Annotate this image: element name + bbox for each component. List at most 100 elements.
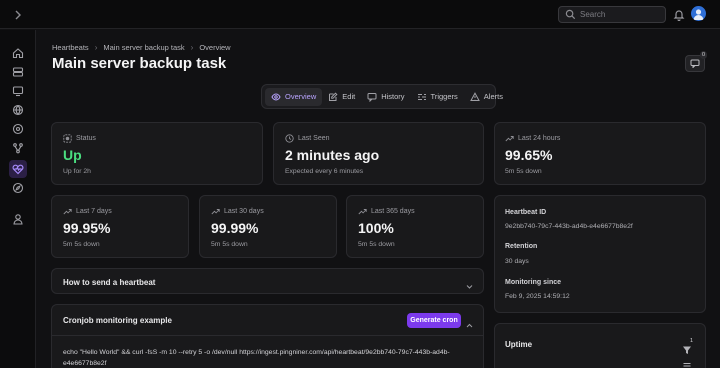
- last-7d-card: Last 7 days 99.95% 5m 5s down: [51, 195, 189, 258]
- last-seen-value: 2 minutes ago: [285, 147, 380, 163]
- last-30d-card: Last 30 days 99.99% 5m 5s down: [199, 195, 337, 258]
- tab-history[interactable]: History: [361, 88, 410, 106]
- last-7d-label: Last 7 days: [63, 207, 112, 216]
- chevron-right-icon: ›: [190, 43, 194, 52]
- breadcrumb-task[interactable]: Main server backup task: [103, 43, 184, 52]
- monitor-icon[interactable]: [9, 82, 27, 100]
- heartbeat-info-card: Heartbeat ID 9e2bb740-79c7-443b-ad4b-e4e…: [494, 195, 706, 313]
- clock-icon: [285, 134, 294, 143]
- cron-title: Cronjob monitoring example: [63, 316, 172, 325]
- tab-overview[interactable]: Overview: [265, 87, 323, 106]
- cron-code-line-1: echo "Hello World" && curl -fsS -m 10 --…: [63, 349, 450, 356]
- comments-button[interactable]: 0: [685, 51, 707, 73]
- breadcrumb-current: Overview: [199, 43, 231, 52]
- last-7d-label-text: Last 7 days: [76, 208, 112, 215]
- last-24h-sub: 5m 5s down: [505, 168, 542, 175]
- status-label: Status: [63, 134, 96, 143]
- last-seen-sub: Expected every 6 minutes: [285, 168, 364, 175]
- chevron-up-icon[interactable]: [465, 317, 474, 328]
- monitoring-since-value: Feb 9, 2025 14:59:12: [505, 293, 570, 300]
- status-sub: Up for 2h: [63, 168, 91, 175]
- last-30d-label-text: Last 30 days: [224, 208, 264, 215]
- monitoring-since-label: Monitoring since: [505, 279, 561, 286]
- user-icon[interactable]: [9, 210, 27, 228]
- eye-icon: [271, 92, 281, 102]
- last-7d-value: 99.95%: [63, 220, 111, 236]
- alert-icon: [469, 91, 480, 102]
- status-card: Status Up Up for 2h: [51, 122, 263, 185]
- bell-icon[interactable]: [673, 8, 685, 21]
- last-30d-sub: 5m 5s down: [211, 241, 248, 248]
- last-24h-value: 99.65%: [505, 147, 553, 163]
- trend-up-icon: [63, 207, 72, 216]
- database-icon[interactable]: [9, 63, 27, 81]
- generate-cron-button[interactable]: Generate cron: [407, 313, 461, 328]
- page-title: Main server backup task: [52, 55, 227, 72]
- last-30d-value: 99.99%: [211, 220, 259, 236]
- trend-up-icon: [505, 134, 514, 143]
- chevron-right-icon[interactable]: [11, 8, 25, 22]
- home-icon[interactable]: [9, 44, 27, 62]
- retention-label: Retention: [505, 243, 538, 250]
- divider: [52, 335, 483, 336]
- status-label-text: Status: [76, 135, 96, 142]
- tab-triggers[interactable]: Triggers: [411, 88, 464, 106]
- notification-count: 0: [699, 51, 707, 59]
- how-to-accordion[interactable]: How to send a heartbeat: [51, 268, 484, 294]
- explore-icon[interactable]: [9, 179, 27, 197]
- sidebar: [0, 30, 36, 368]
- how-to-title: How to send a heartbeat: [63, 278, 156, 287]
- breadcrumb: Heartbeats › Main server backup task › O…: [52, 43, 231, 52]
- edit-icon: [328, 91, 338, 102]
- last-24h-card: Last 24 hours 99.65% 5m 5s down: [494, 122, 706, 185]
- last-365d-value: 100%: [358, 220, 394, 236]
- status-icon: [63, 134, 72, 143]
- last-365d-label-text: Last 365 days: [371, 208, 415, 215]
- chevron-right-icon: ›: [94, 43, 98, 52]
- last-365d-sub: 5m 5s down: [358, 241, 395, 248]
- compass-icon[interactable]: [9, 120, 27, 138]
- last-24h-label-text: Last 24 hours: [518, 135, 561, 142]
- uptime-card: Uptime 1: [494, 323, 706, 368]
- cron-accordion: Cronjob monitoring example Generate cron…: [51, 304, 484, 368]
- heartbeat-icon[interactable]: [9, 160, 27, 178]
- tab-label: Overview: [285, 92, 317, 101]
- message-icon: [367, 92, 377, 102]
- last-seen-label-text: Last Seen: [298, 135, 330, 142]
- search-input[interactable]: [580, 10, 660, 19]
- last-365d-card: Last 365 days 100% 5m 5s down: [346, 195, 484, 258]
- tab-label: History: [381, 92, 405, 101]
- last-7d-sub: 5m 5s down: [63, 241, 100, 248]
- last-24h-label: Last 24 hours: [505, 134, 560, 143]
- tab-bar: Overview Edit History Triggers Alerts: [261, 84, 503, 109]
- filter-count: 1: [690, 338, 694, 344]
- menu-icon[interactable]: [682, 358, 692, 368]
- tab-alerts[interactable]: Alerts: [464, 88, 509, 106]
- tab-label: Triggers: [430, 92, 458, 101]
- top-bar: [0, 0, 720, 29]
- last-30d-label: Last 30 days: [211, 207, 264, 216]
- chevron-down-icon[interactable]: [465, 278, 474, 289]
- retention-value: 30 days: [505, 258, 529, 265]
- breadcrumb-heartbeats[interactable]: Heartbeats: [52, 43, 89, 52]
- last-seen-label: Last Seen: [285, 134, 330, 143]
- search-box[interactable]: [558, 6, 666, 23]
- globe-icon[interactable]: [9, 101, 27, 119]
- workflow-icon[interactable]: [9, 139, 27, 157]
- status-value: Up: [63, 147, 82, 163]
- tab-edit[interactable]: Edit: [322, 88, 361, 106]
- trend-up-icon: [358, 207, 367, 216]
- heartbeat-id-label: Heartbeat ID: [505, 209, 547, 216]
- cron-code-line-2: e4e6677b8e2f: [63, 360, 107, 367]
- heartbeat-id-value: 9e2bb740-79c7-443b-ad4b-e4e6677b8e2f: [505, 223, 633, 230]
- tab-label: Alerts: [483, 92, 503, 101]
- search-icon: [565, 9, 576, 20]
- uptime-title: Uptime: [505, 340, 533, 349]
- tab-label: Edit: [342, 92, 356, 101]
- last-seen-card: Last Seen 2 minutes ago Expected every 6…: [273, 122, 484, 185]
- avatar[interactable]: [691, 6, 706, 21]
- message-icon: [690, 55, 700, 73]
- trend-up-icon: [211, 207, 220, 216]
- last-365d-label: Last 365 days: [358, 207, 415, 216]
- triggers-icon: [417, 92, 427, 102]
